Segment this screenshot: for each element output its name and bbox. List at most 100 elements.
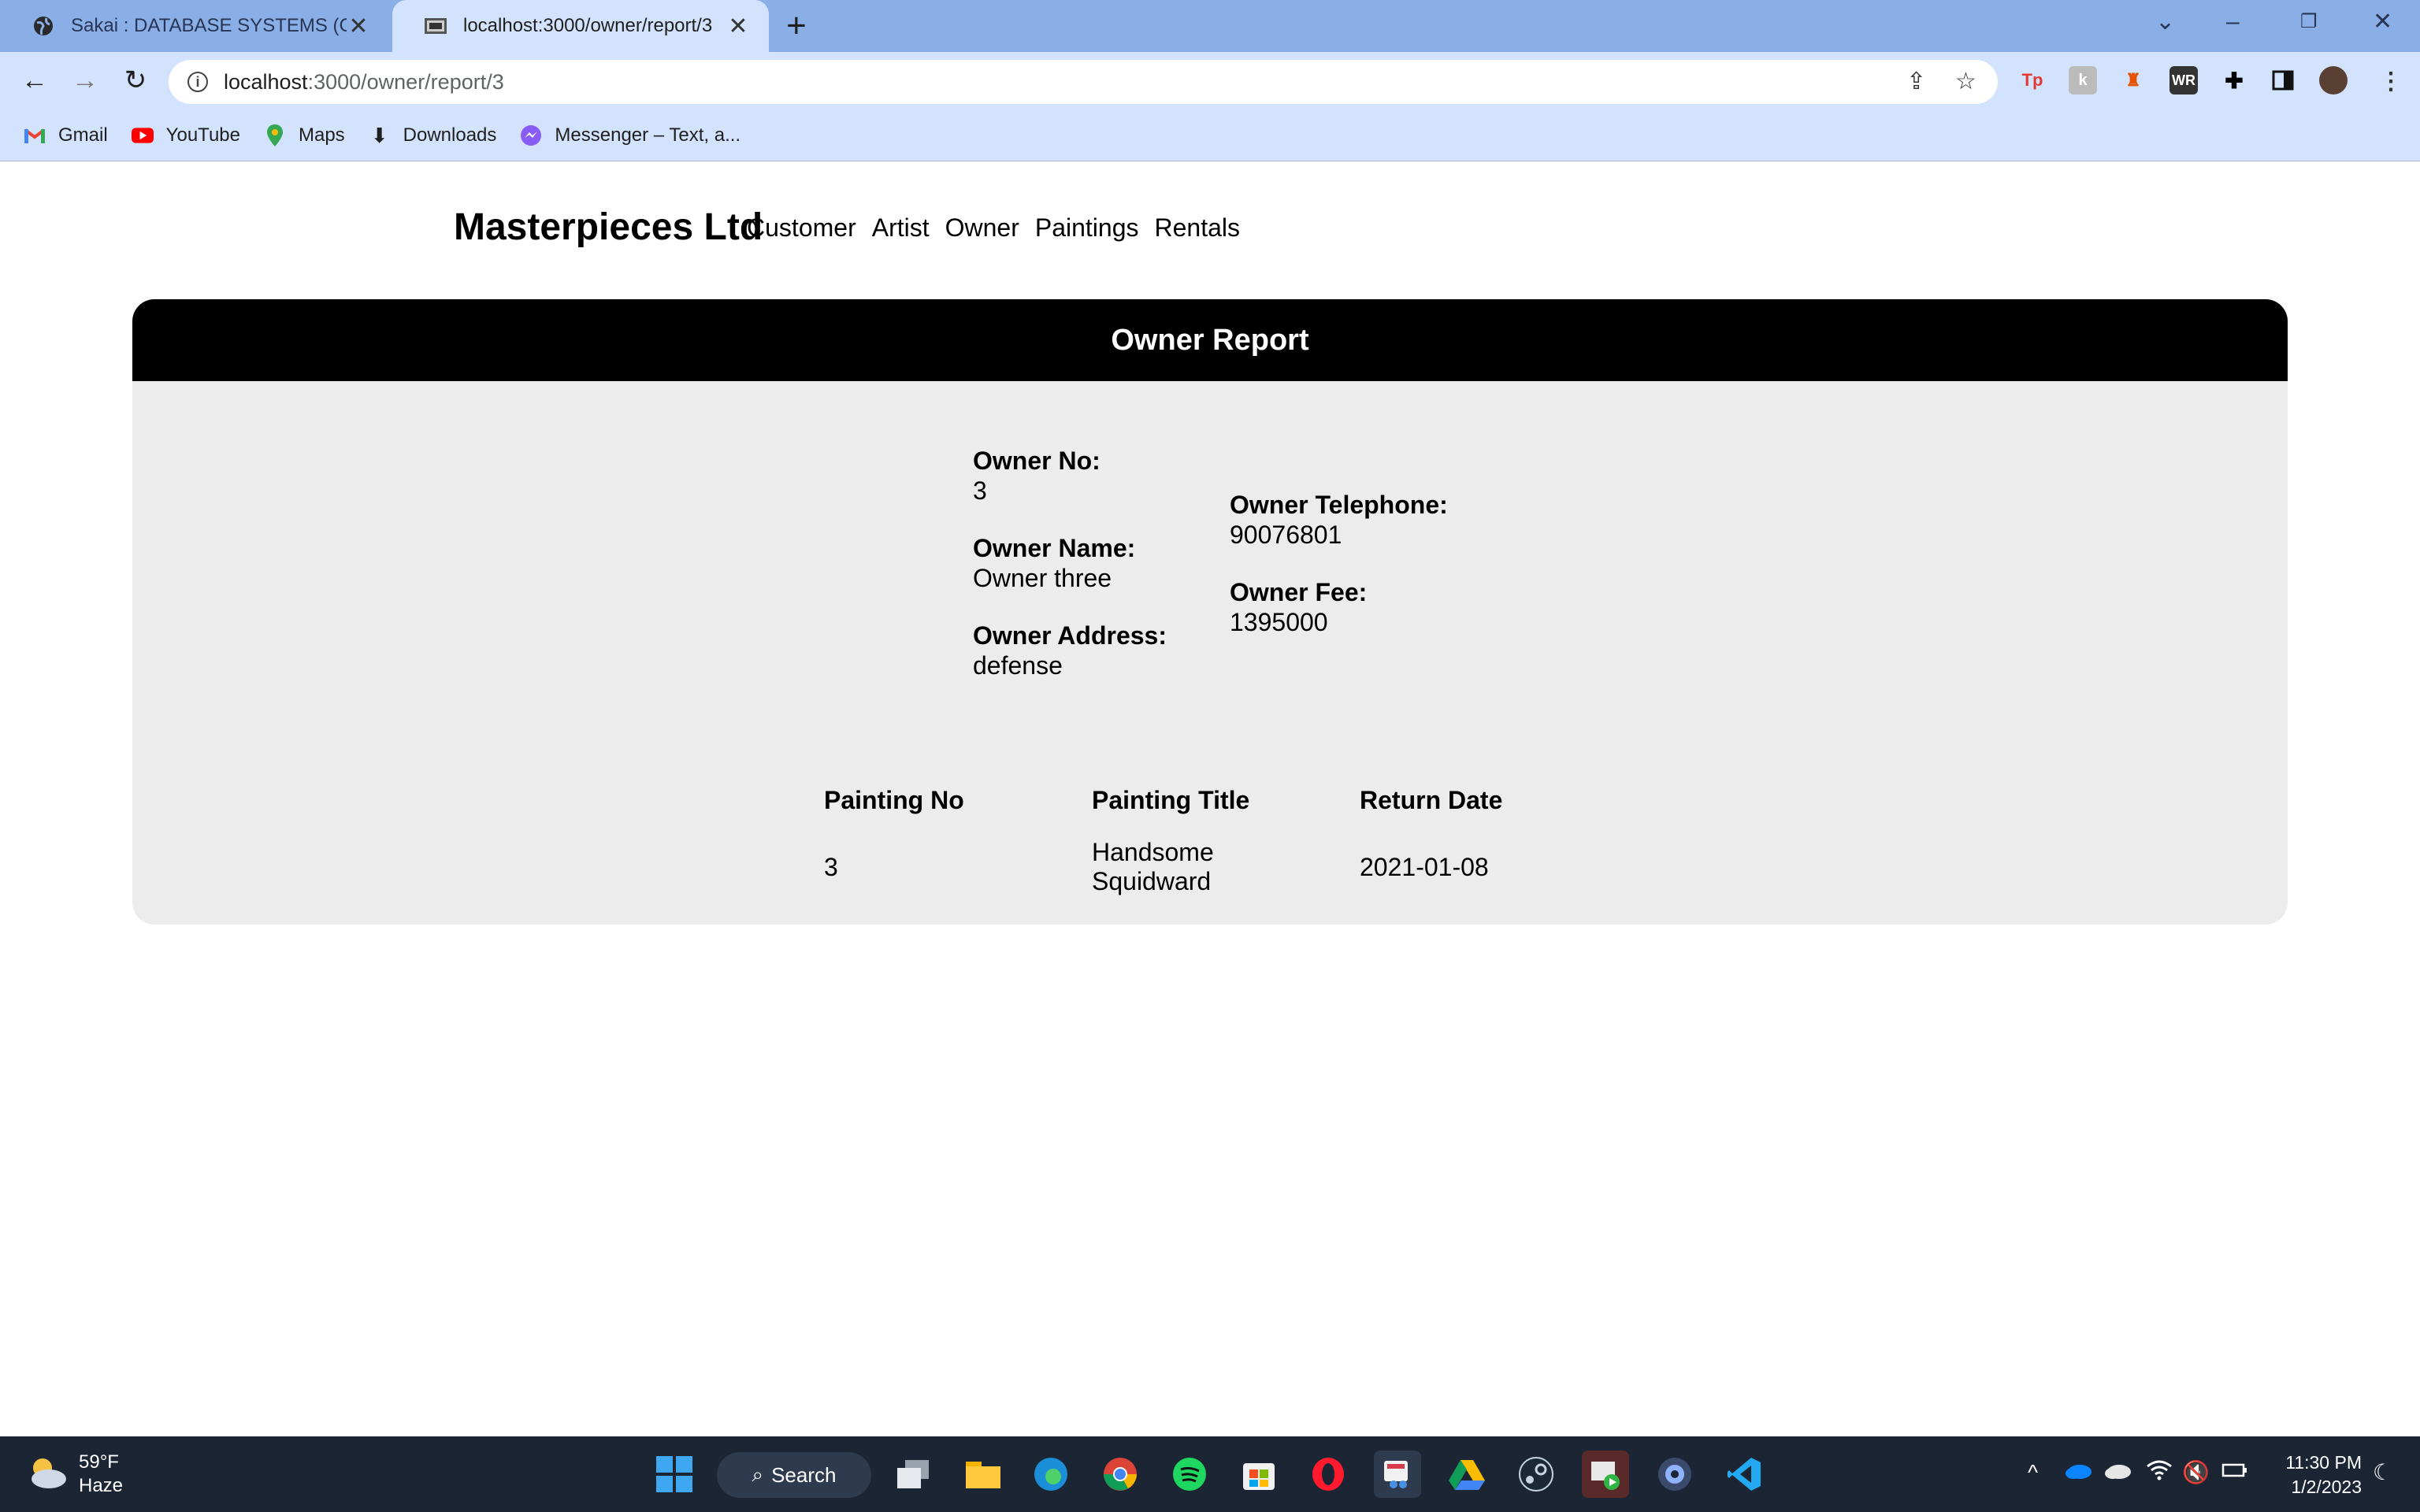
bookmark-messenger[interactable]: Messenger – Text, a... — [520, 124, 740, 146]
owner-telephone-field: Owner Telephone: 90076801 — [1230, 490, 1448, 550]
onedrive-icon[interactable] — [2064, 1458, 2092, 1487]
cell-painting-no: 3 — [824, 852, 838, 881]
media-player-icon[interactable] — [1582, 1451, 1629, 1498]
gmail-icon — [24, 124, 46, 146]
steam-icon[interactable] — [1512, 1451, 1560, 1498]
side-panel-icon[interactable] — [2269, 66, 2297, 94]
clock-time: 11:30 PM — [2285, 1452, 2362, 1473]
forward-icon[interactable]: → — [68, 65, 102, 96]
extension-wr-icon[interactable]: WR — [2169, 66, 2198, 94]
reload-icon[interactable]: ↻ — [118, 65, 153, 96]
minimize-icon[interactable]: – — [2226, 6, 2240, 38]
spotify-icon[interactable] — [1166, 1451, 1213, 1498]
owner-address-value: defense — [973, 651, 1063, 680]
owner-report-card: Owner Report Owner No: 3 Owner Name: Own… — [132, 299, 2288, 925]
table-header-row: Painting No Painting Title Return Date — [824, 772, 1564, 828]
chrome-icon[interactable] — [1097, 1451, 1144, 1498]
column-header-return-date: Return Date — [1360, 785, 1503, 814]
battery-icon[interactable] — [2221, 1458, 2248, 1487]
tab-search-icon[interactable]: ⌄ — [2155, 6, 2175, 38]
nav-rentals[interactable]: Rentals — [1155, 213, 1241, 243]
nav-artist[interactable]: Artist — [872, 213, 930, 243]
weather-desc: Haze — [79, 1475, 124, 1496]
opera-icon[interactable] — [1305, 1451, 1352, 1498]
share-icon[interactable]: ⇪ — [1906, 69, 1926, 94]
back-icon[interactable]: ← — [17, 65, 52, 96]
messenger-icon — [520, 124, 542, 146]
bookmark-gmail[interactable]: Gmail — [24, 124, 108, 146]
youtube-icon — [131, 124, 154, 146]
nav-paintings[interactable]: Paintings — [1035, 213, 1139, 243]
report-heading: Owner Report — [132, 299, 2288, 381]
volume-muted-icon[interactable]: 🔇 — [2182, 1458, 2210, 1487]
table-row: 3 Handsome Squidward 2021-01-08 — [824, 828, 1564, 906]
tab-owner-report[interactable]: localhost:3000/owner/report/3 ✕ — [392, 0, 769, 52]
snipping-tool-icon[interactable] — [1374, 1451, 1421, 1498]
do-not-disturb-moon-icon[interactable]: ☾ — [2373, 1458, 2392, 1487]
extensions-puzzle-icon[interactable]: ✚ — [2220, 66, 2248, 94]
owner-name-value: Owner three — [973, 564, 1112, 592]
close-window-icon[interactable]: ✕ — [2373, 6, 2392, 38]
url-host: localhost — [224, 69, 308, 94]
weather-cloud-icon — [25, 1454, 69, 1495]
bookmark-youtube[interactable]: YouTube — [131, 124, 240, 146]
close-tab-icon[interactable]: ✕ — [347, 13, 370, 40]
taskbar-search-button[interactable]: ⌕ Search — [717, 1452, 871, 1498]
bookmark-star-icon[interactable]: ☆ — [1955, 69, 1976, 94]
weather-widget[interactable]: 59°F Haze — [25, 1451, 123, 1498]
bookmark-maps[interactable]: Maps — [264, 124, 345, 146]
taskbar-search-label: Search — [771, 1462, 837, 1487]
clock[interactable]: 11:30 PM 1/2/2023 — [2275, 1451, 2362, 1499]
owner-no-value: 3 — [973, 476, 987, 505]
address-bar[interactable]: i localhost:3000/owner/report/3 — [169, 60, 1998, 104]
extension-grey-icon[interactable]: k — [2069, 66, 2097, 94]
nav-owner[interactable]: Owner — [945, 213, 1019, 243]
paintings-table: Painting No Painting Title Return Date 3… — [824, 772, 1564, 906]
owner-telephone-value: 90076801 — [1230, 521, 1342, 549]
owner-address-field: Owner Address: defense — [973, 621, 1167, 680]
new-tab-button[interactable]: + — [786, 6, 807, 46]
cell-return-date: 2021-01-08 — [1360, 852, 1489, 881]
bookmarks-bar: Gmail YouTube Maps ⬇ Downloads Messenger… — [0, 110, 2420, 161]
restore-icon[interactable]: ❐ — [2300, 6, 2318, 38]
wifi-icon[interactable] — [2146, 1458, 2173, 1488]
owner-name-label: Owner Name: — [973, 534, 1136, 562]
browser-toolbar: ← → ↻ i localhost:3000/owner/report/3 ⇪ … — [0, 52, 2420, 110]
bookmark-label: Downloads — [403, 124, 497, 146]
weather-temp: 59°F — [79, 1451, 119, 1473]
owner-address-label: Owner Address: — [973, 621, 1167, 650]
owner-fee-label: Owner Fee: — [1230, 578, 1368, 606]
site-info-icon[interactable]: i — [187, 72, 208, 92]
tab-title: localhost:3000/owner/report/3 — [463, 15, 713, 36]
bookmark-label: YouTube — [165, 124, 240, 146]
bookmark-label: Maps — [298, 124, 345, 146]
search-icon: ⌕ — [752, 1462, 764, 1486]
close-tab-icon[interactable]: ✕ — [726, 13, 750, 40]
menu-kebab-icon[interactable]: ⋮ — [2379, 69, 2403, 94]
extension-tp-icon[interactable]: Tp — [2018, 66, 2047, 94]
profile-avatar[interactable] — [2319, 66, 2348, 94]
brand-logo-text[interactable]: Masterpieces Ltd — [454, 206, 763, 249]
page-content: Masterpieces Ltd Customer Artist Owner P… — [0, 161, 2420, 1437]
tab-title: Sakai : DATABASE SYSTEMS (Clas — [71, 15, 347, 36]
url-path: :3000/owner/report/3 — [307, 69, 504, 94]
show-hidden-icons-icon[interactable]: ^ — [2028, 1458, 2038, 1487]
tab-sakai[interactable]: Sakai : DATABASE SYSTEMS (Clas ✕ — [0, 0, 389, 52]
extension-lighthouse-icon[interactable]: ♜ — [2119, 66, 2147, 94]
owner-name-field: Owner Name: Owner three — [973, 533, 1135, 593]
start-windows-icon[interactable] — [651, 1451, 698, 1498]
edge-icon[interactable] — [1027, 1451, 1075, 1498]
vscode-icon[interactable] — [1720, 1451, 1768, 1498]
column-header-painting-title: Painting Title — [1092, 785, 1250, 814]
tab-strip: Sakai : DATABASE SYSTEMS (Clas ✕ localho… — [0, 0, 2420, 52]
bookmark-downloads[interactable]: ⬇ Downloads — [369, 124, 497, 147]
nav-customer[interactable]: Customer — [747, 213, 856, 243]
owner-no-label: Owner No: — [973, 447, 1101, 475]
onedrive-personal-icon[interactable] — [2103, 1458, 2132, 1487]
google-drive-icon[interactable] — [1443, 1451, 1490, 1498]
microsoft-store-icon[interactable] — [1235, 1451, 1282, 1498]
file-explorer-icon[interactable] — [959, 1451, 1007, 1498]
obs-icon[interactable] — [1651, 1451, 1698, 1498]
bookmark-label: Messenger – Text, a... — [555, 124, 741, 146]
task-view-icon[interactable] — [890, 1451, 937, 1498]
